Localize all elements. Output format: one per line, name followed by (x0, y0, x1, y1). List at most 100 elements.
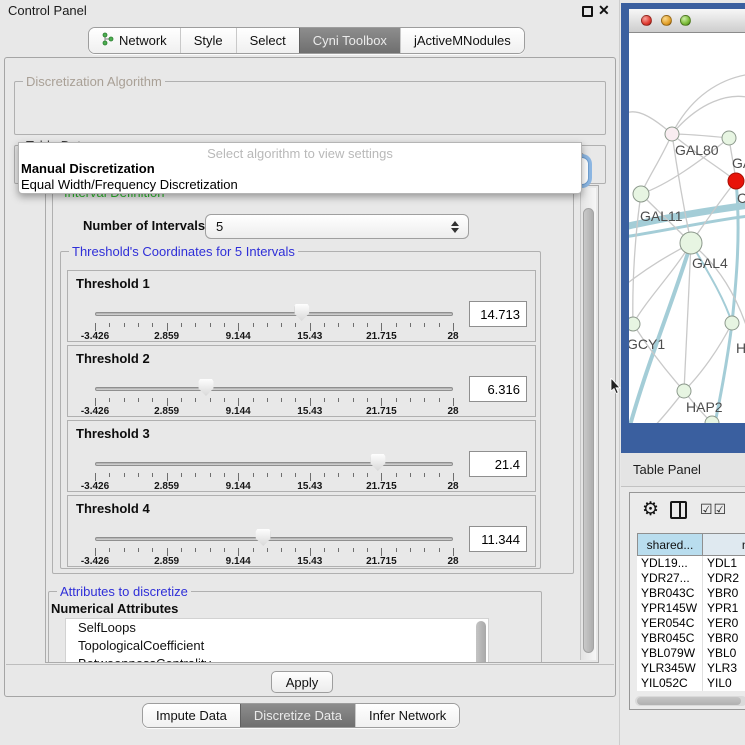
tick-mark (253, 473, 254, 477)
tick-label: 21.715 (366, 481, 397, 492)
network-node-green[interactable] (725, 316, 739, 330)
node-label-gal80: GAL80 (675, 142, 719, 158)
table-row[interactable]: YER054CYER0 (637, 616, 745, 631)
tick-mark (410, 323, 411, 327)
threshold-slider[interactable]: -3.4262.8599.14415.4321.71528 (95, 379, 453, 417)
slider-track[interactable] (95, 387, 453, 391)
scrollbar-thumb[interactable] (583, 208, 594, 653)
threshold-value-field[interactable]: 14.713 (469, 301, 527, 327)
tab-jactivemnodules[interactable]: jActiveMNodules (400, 28, 524, 53)
column-header-shared[interactable]: shared... (637, 533, 703, 556)
tick-mark (353, 548, 354, 552)
tick-mark (267, 323, 268, 327)
attribute-item-topologicalcoefficient[interactable]: TopologicalCoefficient (66, 637, 488, 655)
slider-track[interactable] (95, 537, 453, 541)
tab-label: jActiveMNodules (414, 33, 511, 48)
tick-mark (267, 548, 268, 552)
minimize-traffic-light-icon[interactable] (661, 15, 672, 26)
tab-cyni-toolbox[interactable]: Cyni Toolbox (299, 28, 400, 53)
table-hscrollbar[interactable] (635, 696, 745, 706)
attribute-item-selfloops[interactable]: SelfLoops (66, 619, 488, 637)
tab-network[interactable]: Network (89, 28, 180, 53)
columns-icon[interactable] (670, 501, 687, 519)
num-intervals-combobox[interactable]: 5 (205, 214, 469, 239)
network-node-green[interactable] (722, 131, 736, 145)
tick-mark (453, 548, 454, 556)
column-header-name[interactable]: na (703, 533, 745, 556)
tick-label: -3.426 (81, 331, 109, 342)
table-row[interactable]: YBR043CYBR0 (637, 586, 745, 601)
threshold-value-field[interactable]: 6.316 (469, 376, 527, 402)
checkbox-icons[interactable]: ☑☑ (700, 501, 727, 518)
network-node-green[interactable] (629, 317, 640, 331)
network-node-green[interactable] (677, 384, 691, 398)
table-row[interactable]: YLR345WYLR3 (637, 661, 745, 676)
close-icon[interactable]: ✕ (598, 2, 610, 19)
tick-mark (95, 548, 96, 556)
close-traffic-light-icon[interactable] (641, 15, 652, 26)
tick-mark (439, 323, 440, 327)
network-node-green[interactable] (680, 232, 702, 254)
table-row[interactable]: YBR045CYBR0 (637, 631, 745, 646)
tick-mark (353, 473, 354, 477)
threshold-slider[interactable]: -3.4262.8599.14415.4321.71528 (95, 454, 453, 492)
slider-thumb[interactable] (294, 304, 309, 321)
slider-thumb[interactable] (256, 529, 271, 546)
tick-mark (124, 548, 125, 552)
numerical-attributes-list[interactable]: SelfLoopsTopologicalCoefficientBetweenne… (65, 618, 489, 663)
table-cell: YIL0 (703, 676, 745, 691)
slider-track[interactable] (95, 312, 453, 316)
slider-thumb[interactable] (370, 454, 385, 471)
control-panel-titlebar: Control Panel ✕ (0, 0, 620, 22)
network-canvas[interactable]: GAL80GACGAL11GAL4GCY1HHAP2 (629, 34, 745, 423)
tick-mark (381, 548, 382, 556)
tick-mark (224, 398, 225, 402)
tick-mark (124, 323, 125, 327)
num-intervals-label: Number of Intervals (83, 218, 205, 233)
threshold-value-field[interactable]: 11.344 (469, 526, 527, 552)
threshold-slider[interactable]: -3.4262.8599.14415.4321.71528 (95, 529, 453, 567)
algorithm-option-equal-width-frequency-discretization[interactable]: Equal Width/Frequency Discretization (19, 177, 581, 193)
network-node-green[interactable] (633, 186, 649, 202)
tick-mark (224, 548, 225, 552)
attribute-item-betweennesscentrality[interactable]: BetweennessCentrality (66, 655, 488, 663)
gear-icon[interactable]: ⚙ (642, 499, 659, 521)
float-window-icon[interactable] (582, 6, 593, 17)
tick-label: 2.859 (154, 406, 179, 417)
tab-style[interactable]: Style (180, 28, 236, 53)
table-row[interactable]: YIL052CYIL0 (637, 676, 745, 691)
tick-mark (453, 398, 454, 406)
table-row[interactable]: YDR27...YDR2 (637, 571, 745, 586)
tick-mark (367, 473, 368, 477)
table-row[interactable]: YDL19...YDL1 (637, 556, 745, 571)
zoom-traffic-light-icon[interactable] (680, 15, 691, 26)
network-node-pink[interactable] (665, 127, 679, 141)
tab-label: Discretize Data (254, 708, 342, 723)
threshold-slider[interactable]: -3.4262.8599.14415.4321.71528 (95, 304, 453, 342)
table-cell: YPR1 (703, 601, 745, 616)
settings-scrollbar[interactable] (580, 188, 596, 660)
numerical-attributes-label: Numerical Attributes (51, 601, 178, 616)
apply-button[interactable]: Apply (271, 671, 333, 693)
network-window-titlebar[interactable] (629, 9, 745, 33)
tab-impute-data[interactable]: Impute Data (143, 704, 240, 727)
list-scrollbar-thumb[interactable] (476, 621, 486, 663)
table-row[interactable]: YPR145WYPR1 (637, 601, 745, 616)
table-row[interactable]: YBL079WYBL0 (637, 646, 745, 661)
tab-infer-network[interactable]: Infer Network (355, 704, 459, 727)
tab-select[interactable]: Select (236, 28, 299, 53)
tick-mark (138, 548, 139, 552)
slider-thumb[interactable] (198, 379, 213, 396)
algorithm-option-manual-discretization[interactable]: Manual Discretization (19, 161, 581, 177)
tick-mark (295, 398, 296, 402)
tick-mark (167, 398, 168, 406)
tab-discretize-data[interactable]: Discretize Data (240, 704, 355, 727)
tick-mark (109, 473, 110, 477)
tab-label: Infer Network (369, 708, 446, 723)
network-node-red[interactable] (728, 173, 744, 189)
slider-track[interactable] (95, 462, 453, 466)
threshold-value-field[interactable]: 21.4 (469, 451, 527, 477)
node-label-c: C (737, 190, 745, 206)
tick-label: -3.426 (81, 556, 109, 567)
table-hscrollbar-thumb[interactable] (637, 697, 741, 705)
